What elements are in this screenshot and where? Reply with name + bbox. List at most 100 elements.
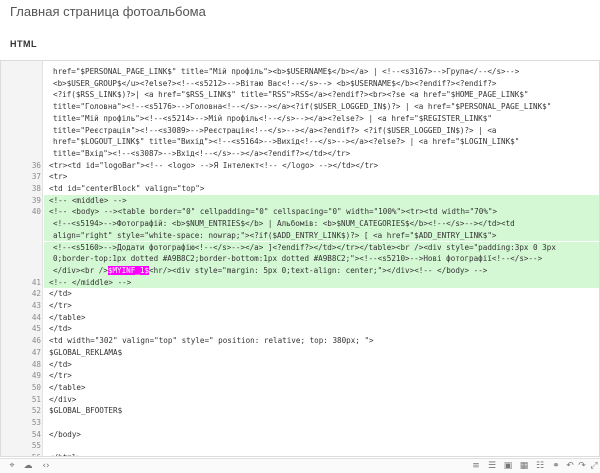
line-number: 50 [31,382,41,392]
code-line[interactable]: title="Головна"><!--<s5176>-->Головна<!-… [1,101,599,113]
code-line[interactable]: href="$LOGOUT_LINK$" title="Вихід"><!--<… [1,136,599,148]
align-icon[interactable]: ☷ [534,461,546,472]
code-line[interactable]: 51 </div> [1,394,599,406]
code-line[interactable]: 44 </table> [1,312,599,324]
code-text[interactable]: </td> [49,359,72,371]
code-text[interactable]: $GLOBAL_BFOOTER$ [49,405,122,417]
code-text[interactable]: 0;border-top:1px dotted #A9B8C2;border-b… [53,253,542,265]
line-number: 49 [31,371,41,381]
bracket-icon[interactable]: ‹› [40,461,52,472]
code-text[interactable]: title="Реєстрація"><!--<s3089>-->Реєстра… [53,125,496,137]
line-number: 42 [31,289,41,299]
code-text[interactable]: </table> [49,382,86,394]
code-line[interactable]: 50 </table> [1,382,599,394]
code-line[interactable]: 55 [1,440,599,452]
code-text[interactable]: <td id="centerBlock" valign="top"> [49,183,204,195]
line-number: 51 [31,394,41,404]
code-text[interactable]: <!-- </middle> --> [49,277,131,289]
undo-icon[interactable]: ↶ [564,461,576,472]
code-text[interactable]: $GLOBAL_REKLAMA$ [49,347,122,359]
code-text[interactable]: </tr> [49,370,72,382]
code-line[interactable]: <!--<s5160>-->Додати фотографію<!--</s>-… [1,242,599,254]
code-text[interactable]: align="right" style="white-space: nowrap… [53,230,496,242]
code-line[interactable]: 56 </html> [1,452,599,456]
code-line[interactable]: title="Мій профіль"><!--<s5214>-->Мій пр… [1,113,599,125]
list-icon[interactable]: ≡ [470,461,482,472]
code-text[interactable]: title="Мій профіль"><!--<s5214>-->Мій пр… [53,113,492,125]
editor-toolbar: ⌖ ☁ ‹› ≡ ☰ ▣ ▦ ☷ ⚭ ↶ ↷ ⤢ [0,458,600,473]
code-line[interactable]: 48 </td> [1,359,599,371]
code-line[interactable]: 39 <!-- <middle> --> [1,195,599,207]
code-text[interactable]: </td> [49,288,72,300]
link-icon[interactable]: ⚭ [550,461,562,472]
code-text[interactable]: <!-- <body> --><table border="0" cellpad… [49,206,497,218]
code-line[interactable]: 41 <!-- </middle> --> [1,277,599,289]
code-line[interactable]: 37 <tr> [1,171,599,183]
code-editor[interactable]: href="$PERSONAL_PAGE_LINK$" title="Мій п… [0,60,600,457]
code-text[interactable]: <td width="302" valign="top" style=" pos… [49,335,374,347]
image-icon[interactable]: ▣ [502,461,514,472]
line-number: 38 [31,184,41,193]
redo-icon[interactable]: ↷ [576,461,588,472]
cloud-icon[interactable]: ☁ [22,461,34,472]
code-line[interactable]: 53 [1,417,599,429]
code-text[interactable]: title="Вхід"><!--<s3087>-->Вхід<!--</s>-… [53,148,350,160]
code-line[interactable]: 49 </tr> [1,370,599,382]
code-text[interactable]: </div><br />$MYINF_1$<hr/><div style="ma… [53,265,487,277]
code-line[interactable]: title="Реєстрація"><!--<s3089>-->Реєстра… [1,125,599,137]
code-line[interactable]: 40 <!-- <body> --><table border="0" cellp… [1,206,599,218]
code-text[interactable]: <tr><td id="logoBar"><!-- <logo> -->Я Ін… [49,160,378,172]
code-line[interactable]: 43 </tr> [1,300,599,312]
cursor-icon[interactable]: ⌖ [6,461,18,472]
code-text[interactable]: <?if($RSS_LINK$)?>| <a href="$RSS_LINK$"… [53,89,528,101]
code-line[interactable]: 46 <td width="302" valign="top" style=" p… [1,335,599,347]
code-line[interactable]: title="Вхід"><!--<s3087>-->Вхід<!--</s>-… [1,148,599,160]
code-text[interactable]: <!--<s5160>-->Додати фотографію<!--</s>-… [53,242,556,254]
table-icon[interactable]: ▦ [518,461,530,472]
highlighted-token: $MYINF_1$ [107,265,150,275]
code-text[interactable]: </td> [49,323,72,335]
line-number: 55 [31,441,41,451]
code-line[interactable]: 42 </td> [1,288,599,300]
line-number: 45 [31,324,41,334]
code-line[interactable]: <b>$USER_GROUP$</u><?else?><!--<s5212>--… [1,78,599,90]
code-line[interactable]: 0;border-top:1px dotted #A9B8C2;border-b… [1,253,599,265]
code-line[interactable]: 52 $GLOBAL_BFOOTER$ [1,405,599,417]
line-number: 44 [31,312,41,322]
code-text[interactable]: <tr> [49,171,67,183]
line-number: 43 [31,301,41,310]
code-text[interactable]: </tr> [49,300,72,312]
code-text[interactable]: </html> [49,452,81,456]
ordered-list-icon[interactable]: ☰ [486,461,498,472]
code-text[interactable]: </body> [49,429,81,441]
code-text[interactable]: href="$LOGOUT_LINK$" title="Вихід"><!--<… [53,136,519,148]
code-text[interactable]: href="$PERSONAL_PAGE_LINK$" title="Мій п… [53,66,519,78]
line-number: 47 [31,347,41,357]
code-line[interactable]: 45 </td> [1,323,599,335]
line-number: 56 [1,452,41,456]
code-line[interactable]: <!--<s5194>-->Фотографій: <b>$NUM_ENTRIE… [1,218,599,230]
code-line[interactable]: 47 $GLOBAL_REKLAMA$ [1,347,599,359]
code-line[interactable]: 36 <tr><td id="logoBar"><!-- <logo> -->Я … [1,160,599,172]
line-number: 54 [31,429,41,439]
code-line[interactable]: href="$PERSONAL_PAGE_LINK$" title="Мій п… [1,66,599,78]
code-line[interactable]: 54 </body> [1,429,599,441]
fullscreen-icon[interactable]: ⤢ [588,461,600,472]
code-text[interactable]: </div> [49,394,76,406]
code-text[interactable]: <!--<s5194>-->Фотографій: <b>$NUM_ENTRIE… [53,218,515,230]
line-number: 36 [31,160,41,170]
code-text[interactable]: </table> [49,312,86,324]
line-number: 40 [31,207,41,217]
code-text[interactable]: <!-- <middle> --> [49,195,127,207]
code-line[interactable]: <?if($RSS_LINK$)?>| <a href="$RSS_LINK$"… [1,89,599,101]
code-line[interactable]: align="right" style="white-space: nowrap… [1,230,599,242]
line-number: 46 [31,336,41,346]
code-text[interactable]: <b>$USER_GROUP$</u><?else?><!--<s5212>--… [53,78,496,90]
line-number: 39 [31,195,41,205]
line-number: 48 [31,359,41,369]
page-title: Главная страница фотоальбома [10,4,206,19]
html-section-label: HTML [10,39,37,49]
code-line[interactable]: </div><br />$MYINF_1$<hr/><div style="ma… [1,265,599,277]
code-text[interactable]: title="Головна"><!--<s5176>-->Головна<!-… [53,101,551,113]
code-line[interactable]: 38 <td id="centerBlock" valign="top"> [1,183,599,195]
